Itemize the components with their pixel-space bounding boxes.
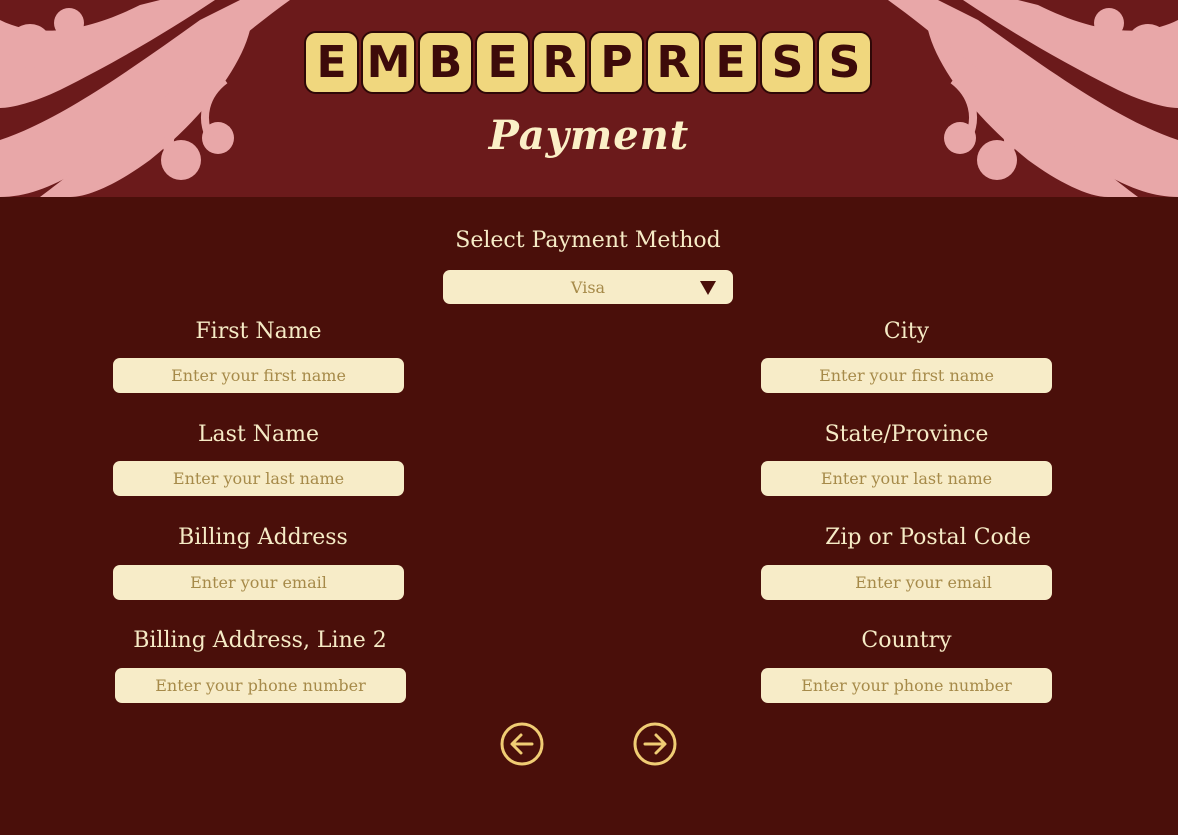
zip-postal-code-field[interactable]	[761, 565, 1052, 600]
first-name-field[interactable]	[113, 358, 404, 393]
zip-postal-code-label: Zip or Postal Code	[825, 525, 1031, 550]
last-name-label: Last Name	[197, 422, 320, 447]
payment-method-selected-value: Visa	[570, 277, 606, 297]
logo-letter-tile: R	[646, 31, 701, 94]
payment-method-select[interactable]: Visa	[443, 270, 733, 304]
country-label: Country	[861, 628, 952, 653]
logo-letter-tile: S	[760, 31, 815, 94]
logo-letter-tile: S	[817, 31, 872, 94]
first-name-label: First Name	[195, 319, 322, 344]
arrow-left-circle-icon	[500, 722, 544, 766]
billing-address-line2-label: Billing Address, Line 2	[133, 628, 387, 653]
logo-letter-tile: E	[304, 31, 359, 94]
next-button[interactable]	[633, 722, 677, 766]
last-name-field[interactable]	[113, 461, 404, 496]
logo-letter-tile: E	[475, 31, 530, 94]
payment-page: E M B E R P R E S S Payment Select Payme…	[0, 0, 1178, 835]
left-flourish-ornament	[0, 0, 290, 197]
logo-letter-tile: M	[361, 31, 416, 94]
dropdown-caret-icon[interactable]	[700, 281, 716, 295]
billing-address-field[interactable]	[113, 565, 404, 600]
arrow-right-circle-icon	[633, 722, 677, 766]
city-field[interactable]	[761, 358, 1052, 393]
emberpress-logo: E M B E R P R E S S	[304, 31, 874, 97]
city-label: City	[883, 319, 930, 344]
header-banner: E M B E R P R E S S Payment	[0, 0, 1178, 197]
state-province-label: State/Province	[824, 422, 989, 447]
logo-letter-tile: B	[418, 31, 473, 94]
right-flourish-ornament	[888, 0, 1178, 197]
logo-letter-tile: E	[703, 31, 758, 94]
state-province-field[interactable]	[761, 461, 1052, 496]
logo-letter-tile: P	[589, 31, 644, 94]
country-field[interactable]	[761, 668, 1052, 703]
payment-method-label: Select Payment Method	[455, 228, 721, 253]
back-button[interactable]	[500, 722, 544, 766]
billing-address-label: Billing Address	[178, 525, 348, 550]
billing-address-line2-field[interactable]	[115, 668, 406, 703]
page-title: Payment	[488, 112, 690, 159]
logo-letter-tile: R	[532, 31, 587, 94]
